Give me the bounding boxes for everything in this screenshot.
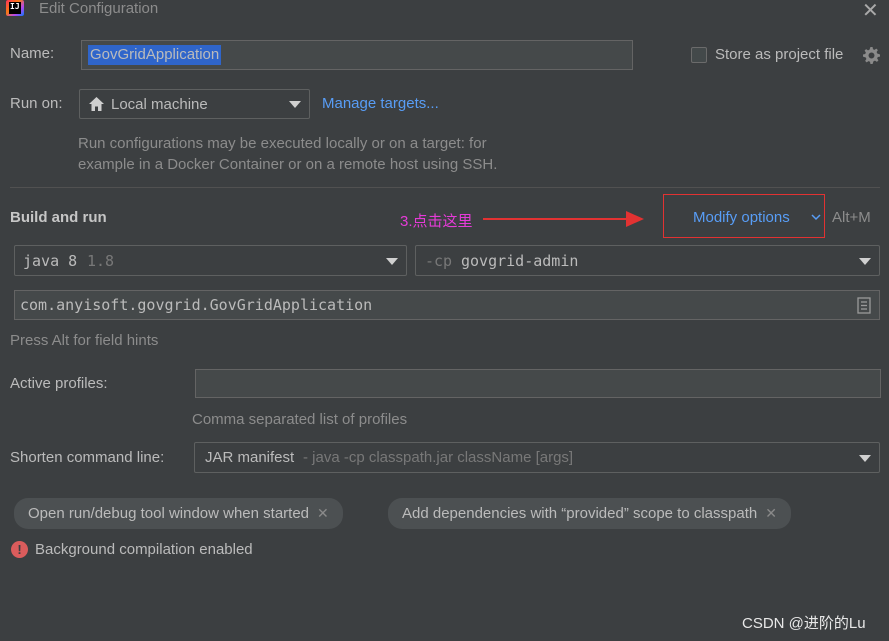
run-on-description-line1: Run configurations may be executed local… — [78, 135, 487, 152]
remove-option-icon[interactable]: ✕ — [317, 505, 329, 521]
field-hints-text: Press Alt for field hints — [10, 332, 159, 349]
modify-options-button[interactable]: Modify options — [693, 209, 790, 226]
dialog-title: Edit Configuration — [39, 0, 159, 17]
main-class-value: com.anyisoft.govgrid.GovGridApplication — [20, 296, 373, 314]
shorten-value: JAR manifest — [205, 449, 295, 466]
active-profiles-hint: Comma separated list of profiles — [192, 411, 408, 428]
active-profiles-field[interactable] — [195, 369, 881, 398]
chevron-down-icon — [859, 454, 871, 462]
run-on-dropdown[interactable]: Local machine — [79, 89, 310, 119]
jdk-version: 1.8 — [87, 252, 115, 270]
option-tag-provided-scope[interactable]: Add dependencies with “provided” scope t… — [388, 498, 791, 529]
remove-option-icon[interactable]: ✕ — [765, 505, 777, 521]
run-on-label: Run on: — [10, 95, 63, 112]
annotation-arrow-head — [626, 211, 644, 227]
chevron-down-icon — [386, 257, 398, 265]
store-as-project-label[interactable]: Store as project file — [715, 46, 843, 63]
background-compilation-warning: Background compilation enabled — [35, 541, 253, 558]
option-tag-label: Add dependencies with “provided” scope t… — [402, 505, 758, 522]
name-field[interactable]: GovGridApplication — [81, 40, 633, 70]
main-class-field[interactable]: com.anyisoft.govgrid.GovGridApplication — [14, 290, 880, 320]
browse-class-icon[interactable] — [857, 297, 871, 314]
run-on-description-line2: example in a Docker Container or on a re… — [78, 156, 498, 173]
chevron-down-icon — [811, 214, 821, 221]
annotation-text: 3.点击这里 — [400, 213, 473, 230]
name-label: Name: — [10, 45, 55, 62]
manage-targets-link[interactable]: Manage targets... — [322, 95, 439, 112]
chevron-down-icon — [859, 257, 871, 265]
gear-icon[interactable] — [863, 47, 880, 64]
shorten-value-description: - java -cp classpath.jar className [args… — [303, 449, 574, 466]
csdn-watermark: CSDN @进阶的Lu — [742, 615, 866, 632]
close-icon[interactable]: ✕ — [862, 0, 879, 23]
store-as-project-checkbox[interactable] — [691, 47, 707, 63]
section-divider — [10, 187, 880, 188]
chevron-down-icon — [289, 101, 301, 108]
option-tag-open-tool-window[interactable]: Open run/debug tool window when started ✕ — [14, 498, 343, 529]
shorten-command-line-label: Shorten command line: — [10, 449, 165, 466]
active-profiles-label: Active profiles: — [10, 375, 108, 392]
classpath-module-dropdown[interactable]: -cp govgrid-admin — [415, 245, 880, 276]
build-and-run-heading: Build and run — [10, 209, 107, 226]
error-icon: ! — [11, 541, 28, 558]
cp-flag: -cp — [425, 252, 453, 270]
jdk-name: java 8 — [23, 252, 78, 270]
option-tag-label: Open run/debug tool window when started — [28, 505, 310, 522]
annotation-arrow-line — [483, 218, 628, 220]
intellij-app-icon: IJ — [6, 0, 24, 16]
jdk-dropdown[interactable]: java 8 1.8 — [14, 245, 407, 276]
shorten-command-line-dropdown[interactable]: JAR manifest - java -cp classpath.jar cl… — [194, 442, 880, 473]
run-on-value: Local machine — [111, 96, 208, 113]
cp-module: govgrid-admin — [461, 252, 579, 270]
name-field-value: GovGridApplication — [88, 45, 222, 65]
home-icon — [89, 97, 104, 111]
modify-options-shortcut: Alt+M — [832, 209, 871, 226]
